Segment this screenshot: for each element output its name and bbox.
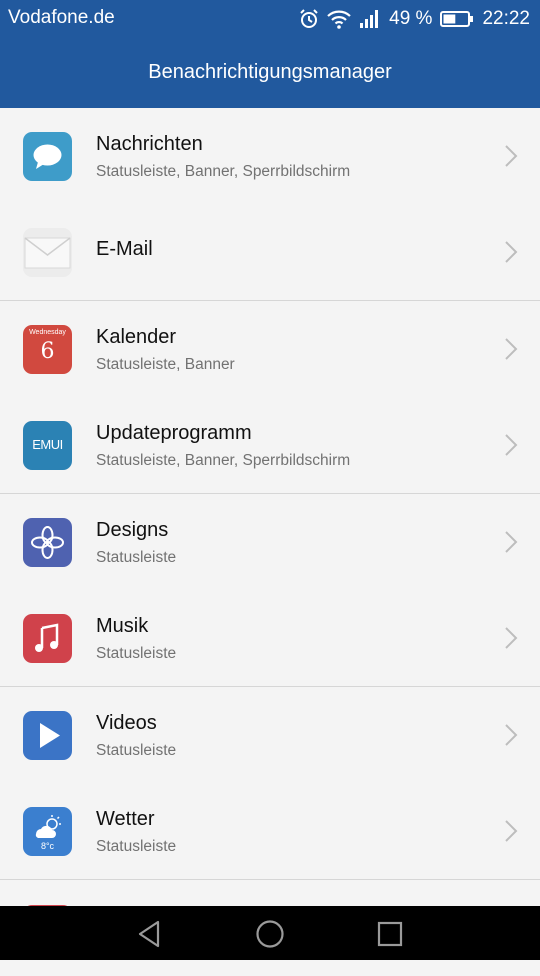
videos-icon bbox=[23, 711, 72, 760]
app-notification-types: Statusleiste bbox=[96, 549, 177, 566]
signal-icon bbox=[359, 9, 381, 29]
list-item-wetter[interactable]: 8°c Wetter Statusleiste bbox=[0, 783, 540, 879]
chevron-right-icon bbox=[505, 531, 518, 553]
app-name: Designs bbox=[96, 519, 169, 541]
list-item-videos[interactable]: Videos Statusleiste bbox=[0, 687, 540, 783]
list-item-designs[interactable]: Designs Statusleiste bbox=[0, 494, 540, 590]
app-notification-types: Statusleiste, Banner, Sperrbildschirm bbox=[96, 163, 351, 180]
themes-icon bbox=[23, 518, 72, 567]
list-item-musik[interactable]: Musik Statusleiste bbox=[0, 590, 540, 686]
weather-icon: 8°c bbox=[23, 807, 72, 856]
chevron-right-icon bbox=[505, 241, 518, 263]
page-title: Benachrichtigungsmanager bbox=[148, 60, 392, 83]
app-notification-types: Statusleiste bbox=[96, 645, 177, 662]
battery-icon bbox=[440, 10, 474, 28]
email-icon bbox=[23, 228, 72, 277]
emui-update-icon: EMUI bbox=[23, 421, 72, 470]
app-notification-types: Statusleiste, Banner bbox=[96, 356, 235, 373]
app-name: Wetter bbox=[96, 808, 155, 830]
status-bar: Vodafone.de 49 % 22:22 bbox=[0, 0, 540, 36]
app-notification-types: Statusleiste bbox=[96, 838, 177, 855]
weather-temp: 8°c bbox=[40, 841, 55, 851]
chevron-right-icon bbox=[505, 724, 518, 746]
app-name: Kalender bbox=[96, 326, 177, 348]
app-name: E-Mail bbox=[96, 238, 153, 260]
app-name: Updateprogramm bbox=[96, 422, 252, 444]
app-name: Musik bbox=[96, 615, 149, 637]
app-notification-types: Statusleiste bbox=[96, 742, 177, 759]
messages-icon bbox=[23, 132, 72, 181]
recents-icon[interactable] bbox=[374, 918, 406, 950]
calendar-icon: Wednesday 6 bbox=[23, 325, 72, 374]
wifi-icon bbox=[327, 9, 351, 29]
chevron-right-icon bbox=[505, 338, 518, 360]
list-item-updateprogramm[interactable]: EMUI Updateprogramm Statusleiste, Banner… bbox=[0, 397, 540, 493]
app-notification-list: Nachrichten Statusleiste, Banner, Sperrb… bbox=[0, 108, 540, 976]
clock: 22:22 bbox=[482, 8, 530, 29]
chevron-right-icon bbox=[505, 434, 518, 456]
navigation-bar bbox=[0, 906, 540, 960]
list-item-email[interactable]: E-Mail bbox=[0, 204, 540, 300]
battery-percent: 49 % bbox=[389, 8, 433, 29]
emui-label: EMUI bbox=[32, 437, 63, 452]
chevron-right-icon bbox=[505, 820, 518, 842]
list-item-kalender[interactable]: Wednesday 6 Kalender Statusleiste, Banne… bbox=[0, 301, 540, 397]
carrier-label: Vodafone.de bbox=[8, 7, 115, 28]
page-title-bar: Benachrichtigungsmanager bbox=[0, 36, 540, 108]
list-item-nachrichten[interactable]: Nachrichten Statusleiste, Banner, Sperrb… bbox=[0, 108, 540, 204]
home-icon[interactable] bbox=[254, 918, 286, 950]
calendar-day: 6 bbox=[40, 339, 55, 364]
app-name: Videos bbox=[96, 712, 157, 734]
alarm-icon bbox=[299, 9, 319, 29]
chevron-right-icon bbox=[505, 145, 518, 167]
back-icon[interactable] bbox=[134, 918, 166, 950]
app-name: Nachrichten bbox=[96, 133, 203, 155]
chevron-right-icon bbox=[505, 627, 518, 649]
app-notification-types: Statusleiste, Banner, Sperrbildschirm bbox=[96, 452, 351, 469]
music-icon bbox=[23, 614, 72, 663]
calendar-weekday: Wednesday bbox=[29, 329, 66, 336]
